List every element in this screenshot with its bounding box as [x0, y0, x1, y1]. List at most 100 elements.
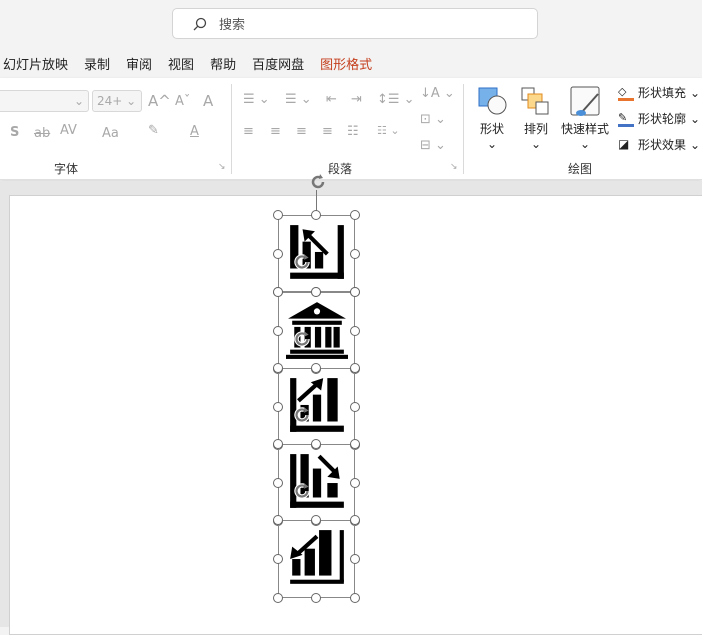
line-spacing-button[interactable]: ↕☰ ⌄ [377, 92, 415, 107]
chevron-down-icon: ⌄ [486, 137, 498, 151]
columns-button[interactable]: ☷ ⌄ [377, 124, 400, 137]
resize-handle[interactable] [311, 363, 321, 373]
resize-handle[interactable] [273, 363, 283, 373]
resize-handle[interactable] [273, 439, 283, 449]
resize-handle[interactable] [350, 515, 360, 525]
distributed-button[interactable]: ☷ [347, 124, 359, 139]
rotate-handle-icon[interactable] [291, 404, 313, 426]
increase-indent-button[interactable]: ⇥ [351, 92, 362, 107]
change-case-button[interactable]: Aa [102, 126, 119, 141]
resize-handle[interactable] [273, 325, 283, 336]
ribbon-tabs: 幻灯片放映 录制 审阅 视图 帮助 百度网盘 图形格式 [0, 48, 380, 78]
resize-handle[interactable] [311, 210, 321, 220]
numbering-button[interactable]: ☰ ⌄ [285, 92, 312, 107]
search-icon [193, 17, 207, 30]
search-box[interactable]: 搜索 [172, 8, 538, 39]
resize-handle[interactable] [273, 515, 283, 525]
decrease-indent-button[interactable]: ⇤ [326, 92, 337, 107]
font-group-label: 字体 [54, 162, 79, 176]
strikethrough-button[interactable]: ab [34, 126, 50, 141]
tab-record[interactable]: 录制 [76, 54, 118, 73]
icon-shape[interactable] [278, 292, 355, 369]
clear-format-button[interactable]: A [203, 92, 213, 110]
ribbon: ⌄ 24+ ⌄ A^ Aˇ A S ab AV Aa ✎ A 字体 ↘ ☰ ⌄ … [0, 78, 702, 180]
icon-shape[interactable] [278, 368, 355, 445]
char-spacing-button[interactable]: AV [60, 123, 77, 138]
rotate-handle-icon[interactable] [291, 480, 313, 502]
resize-handle[interactable] [350, 477, 360, 488]
tab-baidu-netdisk[interactable]: 百度网盘 [244, 54, 312, 73]
search-placeholder: 搜索 [219, 18, 246, 33]
text-direction-button[interactable]: ↓A ⌄ [420, 86, 455, 101]
font-color-button[interactable]: A [190, 124, 199, 139]
icon-shape[interactable] [278, 215, 355, 292]
grow-font-button[interactable]: A^ [148, 92, 171, 110]
shrink-font-button[interactable]: Aˇ [175, 94, 190, 109]
resize-handle[interactable] [273, 593, 283, 603]
divider [463, 84, 464, 174]
resize-handle[interactable] [273, 210, 283, 220]
resize-handle[interactable] [311, 439, 321, 449]
shape-effects-button[interactable]: ◪ 形状效果 ⌄ [618, 136, 700, 153]
resize-handle[interactable] [350, 287, 360, 297]
resize-handle[interactable] [350, 210, 360, 220]
align-text-button[interactable]: ⊡ ⌄ [420, 112, 446, 127]
tab-view[interactable]: 视图 [160, 54, 202, 73]
quick-styles-icon [570, 86, 600, 116]
icon-shape[interactable] [278, 444, 355, 521]
rotate-handle-icon[interactable] [291, 328, 313, 350]
resize-handle[interactable] [350, 554, 360, 564]
resize-handle[interactable] [273, 287, 283, 297]
font-name-dropdown[interactable]: ⌄ [0, 90, 89, 112]
shapes-button[interactable]: 形状 ⌄ [474, 86, 510, 151]
paint-bucket-icon: ◇ [618, 85, 634, 101]
tab-slideshow[interactable]: 幻灯片放映 [0, 54, 76, 73]
chevron-down-icon: ⌄ [530, 137, 542, 151]
rotate-handle-icon[interactable] [291, 251, 313, 273]
resize-handle[interactable] [350, 248, 360, 259]
tab-help[interactable]: 帮助 [202, 54, 244, 73]
resize-handle[interactable] [311, 287, 321, 297]
resize-handle[interactable] [350, 439, 360, 449]
pen-outline-icon: ✎ [618, 111, 634, 127]
chevron-down-icon: ⌄ [579, 137, 591, 151]
divider [231, 84, 232, 174]
paragraph-group-label: 段落 [328, 162, 353, 176]
resize-handle[interactable] [273, 477, 283, 488]
resize-handle[interactable] [350, 401, 360, 412]
align-right-button[interactable]: ≡ [296, 124, 307, 139]
font-size-dropdown[interactable]: 24+ ⌄ [92, 90, 142, 112]
resize-handle[interactable] [350, 363, 360, 373]
align-left-button[interactable]: ≡ [243, 124, 254, 139]
icon-shape[interactable] [278, 520, 355, 598]
resize-handle[interactable] [350, 593, 360, 603]
shape-outline-button[interactable]: ✎ 形状轮廓 ⌄ [618, 110, 700, 127]
chart-bar-arrow-down-left-icon [290, 530, 344, 584]
title-bar: 搜索 [0, 0, 702, 48]
eraser-effects-icon: ◪ [618, 136, 630, 151]
justify-button[interactable]: ≡ [322, 124, 333, 139]
quick-styles-button[interactable]: 快速样式 ⌄ [558, 86, 612, 151]
paragraph-dialog-launcher[interactable]: ↘ [450, 162, 458, 172]
resize-handle[interactable] [311, 593, 321, 603]
font-dialog-launcher[interactable]: ↘ [218, 162, 226, 172]
tab-shape-format[interactable]: 图形格式 [312, 54, 380, 73]
shapes-icon [478, 87, 507, 115]
smartart-button[interactable]: ⊟ ⌄ [420, 138, 446, 153]
resize-handle[interactable] [273, 248, 283, 259]
shape-fill-button[interactable]: ◇ 形状填充 ⌄ [618, 84, 700, 101]
tab-review[interactable]: 审阅 [118, 54, 160, 73]
resize-handle[interactable] [273, 401, 283, 412]
highlight-icon[interactable]: ✎ [148, 123, 159, 138]
shadow-button[interactable]: S [10, 125, 19, 140]
resize-handle[interactable] [350, 325, 360, 336]
arrange-icon [521, 87, 549, 115]
resize-handle[interactable] [273, 554, 283, 564]
slide[interactable] [9, 195, 702, 635]
rotate-handle-icon[interactable] [308, 172, 328, 192]
resize-handle[interactable] [311, 515, 321, 525]
arrange-button[interactable]: 排列 ⌄ [518, 86, 554, 151]
bullets-button[interactable]: ☰ ⌄ [243, 92, 270, 107]
align-center-button[interactable]: ≡ [270, 124, 281, 139]
drawing-group-label: 绘图 [568, 162, 593, 176]
